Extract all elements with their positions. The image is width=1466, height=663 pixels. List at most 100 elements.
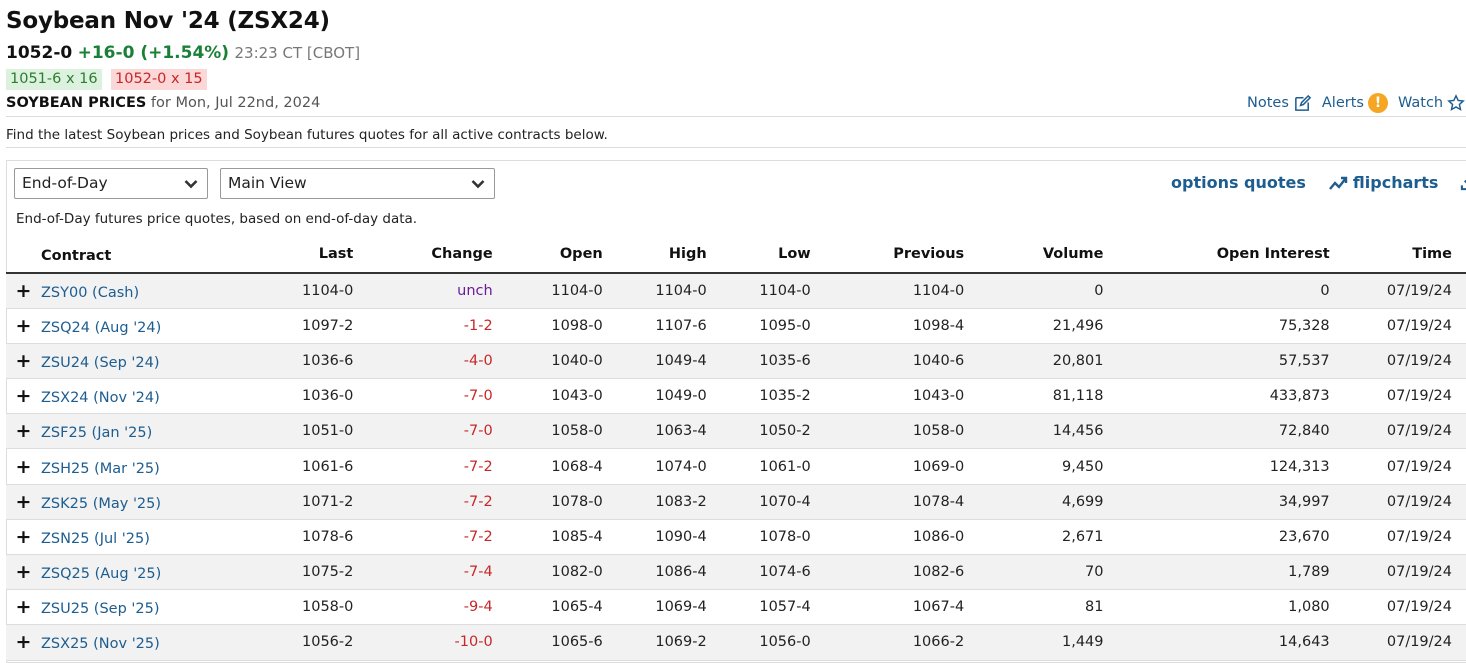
contract-link[interactable]: ZSF25 (Jan '25) bbox=[41, 425, 152, 441]
low-cell: 1061-0 bbox=[710, 448, 815, 485]
open-cell: 1098-0 bbox=[496, 308, 607, 344]
low-cell: 1035-6 bbox=[710, 343, 815, 380]
open-interest-cell: 14,643 bbox=[1107, 624, 1334, 661]
expand-row-icon[interactable]: + bbox=[6, 526, 41, 548]
expand-row-icon[interactable]: + bbox=[6, 561, 41, 583]
prices-heading: SOYBEAN PRICES for Mon, Jul 22nd, 2024 bbox=[6, 95, 320, 111]
expand-row-icon[interactable]: + bbox=[6, 491, 41, 513]
column-header-change[interactable]: Change bbox=[357, 236, 497, 274]
volume-cell: 2,671 bbox=[968, 519, 1108, 556]
contract-link[interactable]: ZSQ25 (Aug '25) bbox=[41, 566, 161, 582]
expand-row-icon[interactable]: + bbox=[6, 350, 41, 372]
notes-button[interactable]: Notes bbox=[1247, 94, 1312, 113]
expand-row-icon[interactable]: + bbox=[6, 280, 41, 302]
data-type-value: End-of-Day bbox=[22, 174, 108, 192]
column-header-contract[interactable]: +Contract bbox=[6, 236, 229, 274]
open-cell: 1065-4 bbox=[496, 589, 607, 626]
open-cell: 1043-0 bbox=[496, 378, 607, 415]
last-cell: 1036-6 bbox=[228, 343, 358, 380]
contract-link[interactable]: ZSU24 (Sep '24) bbox=[41, 355, 160, 371]
contract-link[interactable]: ZSQ24 (Aug '24) bbox=[41, 320, 161, 336]
options-quotes-label: options quotes bbox=[1171, 173, 1306, 192]
high-cell: 1049-4 bbox=[606, 343, 711, 380]
high-cell: 1083-2 bbox=[606, 484, 711, 520]
change-cell: -7-2 bbox=[357, 484, 497, 520]
expand-row-icon[interactable]: + bbox=[6, 385, 41, 407]
previous-cell: 1040-6 bbox=[814, 343, 969, 380]
table-description: End-of-Day futures price quotes, based o… bbox=[16, 211, 418, 227]
low-cell: 1095-0 bbox=[710, 308, 815, 344]
contract-cell: + ZSU24 (Sep '24) bbox=[6, 343, 229, 380]
contract-link[interactable]: ZSY00 (Cash) bbox=[41, 285, 139, 301]
column-header-open-interest[interactable]: Open Interest bbox=[1107, 236, 1334, 274]
table-header-row: +Contract Last Change Open High Low Prev… bbox=[6, 236, 1466, 274]
open-interest-cell: 23,670 bbox=[1107, 519, 1334, 556]
table-row: + ZSX25 (Nov '25) 1056-2 -10-0 1065-6 1069-2 1… bbox=[6, 624, 1466, 661]
time-cell: 07/19/24 bbox=[1333, 624, 1466, 661]
open-interest-cell: 1,080 bbox=[1107, 589, 1334, 626]
open-interest-cell: 72,840 bbox=[1107, 413, 1334, 450]
high-cell: 1107-6 bbox=[606, 308, 711, 344]
column-header-time[interactable]: Time bbox=[1333, 236, 1466, 274]
alerts-button[interactable]: Alerts ! bbox=[1322, 93, 1388, 113]
last-cell: 1097-2 bbox=[228, 308, 358, 344]
time-cell: 07/19/24 bbox=[1333, 589, 1466, 626]
previous-cell: 1066-2 bbox=[814, 624, 969, 661]
table-row: + ZSQ25 (Aug '25) 1075-2 -7-4 1082-0 1086-4 10… bbox=[6, 554, 1466, 591]
open-cell: 1078-0 bbox=[496, 484, 607, 520]
column-header-low[interactable]: Low bbox=[710, 236, 815, 274]
expand-row-icon[interactable]: + bbox=[6, 315, 41, 337]
contract-link[interactable]: ZSU25 (Sep '25) bbox=[41, 601, 160, 617]
contract-cell: + ZSQ25 (Aug '25) bbox=[6, 554, 229, 591]
contract-link[interactable]: ZSK25 (May '25) bbox=[41, 496, 161, 512]
options-quotes-link[interactable]: options quotes bbox=[1171, 173, 1306, 192]
page-actions: Notes Alerts ! Watch bbox=[1247, 93, 1466, 113]
change-cell: -10-0 bbox=[357, 624, 497, 661]
open-interest-cell: 0 bbox=[1107, 273, 1334, 309]
expand-row-icon[interactable]: + bbox=[6, 631, 41, 653]
data-type-select[interactable]: End-of-Day bbox=[14, 168, 208, 199]
high-cell: 1074-0 bbox=[606, 448, 711, 485]
column-header-last[interactable]: Last bbox=[228, 236, 358, 274]
low-cell: 1104-0 bbox=[710, 273, 815, 309]
column-header-previous[interactable]: Previous bbox=[814, 236, 969, 274]
column-header-open[interactable]: Open bbox=[496, 236, 607, 274]
previous-cell: 1069-0 bbox=[814, 448, 969, 485]
table-row: + ZSK25 (May '25) 1071-2 -7-2 1078-0 1083-2 10… bbox=[6, 484, 1466, 520]
download-link[interactable]: d bbox=[1460, 173, 1466, 192]
expand-row-icon[interactable]: + bbox=[6, 596, 41, 618]
bid-badge: 1051-6 x 16 bbox=[6, 69, 102, 90]
volume-cell: 9,450 bbox=[968, 448, 1108, 485]
alerts-label: Alerts bbox=[1321, 95, 1364, 111]
column-header-high[interactable]: High bbox=[606, 236, 711, 274]
flipcharts-link[interactable]: flipcharts bbox=[1328, 173, 1438, 192]
page-title: Soybean Nov '24 (ZSX24) bbox=[6, 8, 330, 34]
contract-link[interactable]: ZSN25 (Jul '25) bbox=[41, 531, 150, 547]
ask-badge: 1052-0 x 15 bbox=[111, 69, 207, 90]
contract-link[interactable]: ZSX24 (Nov '24) bbox=[41, 390, 160, 406]
divider bbox=[6, 116, 1466, 117]
time-cell: 07/19/24 bbox=[1333, 378, 1466, 415]
contract-cell: + ZSY00 (Cash) bbox=[6, 273, 229, 309]
view-select[interactable]: Main View bbox=[220, 168, 495, 199]
time-cell: 07/19/24 bbox=[1333, 413, 1466, 450]
previous-cell: 1098-4 bbox=[814, 308, 969, 344]
prices-date: for Mon, Jul 22nd, 2024 bbox=[150, 95, 321, 111]
high-cell: 1090-4 bbox=[606, 519, 711, 556]
open-interest-cell: 433,873 bbox=[1107, 378, 1334, 415]
contract-link[interactable]: ZSX25 (Nov '25) bbox=[41, 636, 160, 652]
volume-cell: 70 bbox=[968, 554, 1108, 591]
expand-row-icon[interactable]: + bbox=[6, 420, 41, 442]
open-interest-cell: 34,997 bbox=[1107, 484, 1334, 520]
open-cell: 1104-0 bbox=[496, 273, 607, 309]
last-cell: 1104-0 bbox=[228, 273, 358, 309]
expand-row-icon[interactable]: + bbox=[6, 456, 41, 478]
last-price: 1052-0 bbox=[6, 43, 73, 63]
contract-link[interactable]: ZSH25 (Mar '25) bbox=[41, 461, 160, 477]
volume-cell: 81,118 bbox=[968, 378, 1108, 415]
column-header-volume[interactable]: Volume bbox=[968, 236, 1108, 274]
watch-button[interactable]: Watch bbox=[1398, 94, 1466, 112]
low-cell: 1078-0 bbox=[710, 519, 815, 556]
low-cell: 1057-4 bbox=[710, 589, 815, 626]
change-cell: unch bbox=[357, 273, 497, 309]
